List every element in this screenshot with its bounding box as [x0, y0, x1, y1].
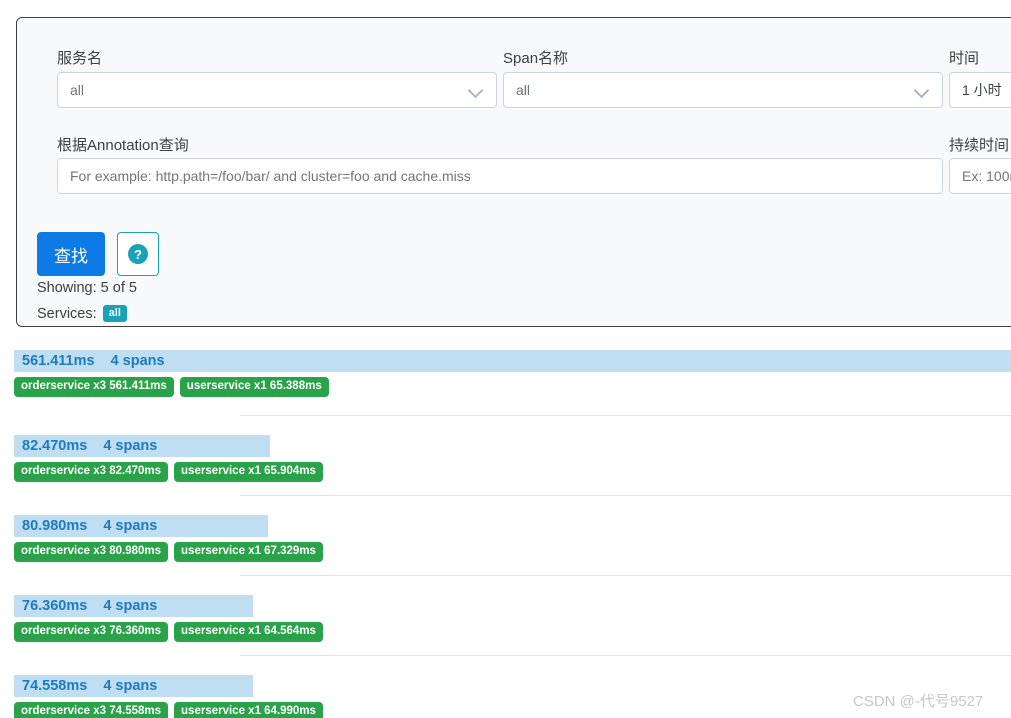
- service-badge[interactable]: all: [102, 305, 127, 323]
- chevron-down-icon: [468, 82, 484, 98]
- trace-span-count: 4 spans: [103, 598, 158, 614]
- time-range-select[interactable]: 1 小时: [949, 72, 1011, 108]
- showing-count: Showing: 5 of 5: [37, 280, 137, 296]
- watermark: CSDN @-代号9527: [853, 693, 984, 710]
- trace-row-divider: [240, 655, 1011, 656]
- trace-span-count: 4 spans: [110, 353, 165, 369]
- service-pill[interactable]: orderservice x3 76.360ms: [14, 622, 169, 643]
- services-summary: Services: all: [37, 305, 127, 323]
- trace-duration-text: 561.411ms: [22, 353, 95, 369]
- service-pill[interactable]: userservice x1 65.904ms: [174, 462, 323, 483]
- service-pill[interactable]: userservice x1 67.329ms: [174, 542, 323, 563]
- trace-duration-bar[interactable]: 76.360ms 4 spans: [14, 595, 253, 617]
- span-name-select[interactable]: all: [503, 72, 943, 108]
- zipkin-search-page: 服务名 Span名称 时间 all all 1 小时 根据Annotation查…: [0, 0, 1011, 718]
- trace-span-count: 4 spans: [103, 678, 158, 694]
- service-pill[interactable]: userservice x1 65.388ms: [179, 377, 329, 398]
- trace-services: orderservice x3 76.360ms userservice x1 6…: [14, 622, 323, 643]
- question-circle-icon: ?: [128, 244, 148, 264]
- trace-row[interactable]: 82.470ms 4 spans orderservice x3 82.470ms u…: [0, 415, 1011, 495]
- span-name-value: all: [516, 82, 531, 98]
- service-name-value: all: [70, 82, 85, 98]
- time-range-value: 1 小时: [962, 82, 1002, 98]
- service-pill[interactable]: orderservice x3 561.411ms: [14, 377, 174, 398]
- trace-duration-text: 82.470ms: [22, 438, 88, 454]
- annotation-query-input[interactable]: [57, 158, 943, 194]
- trace-span-count: 4 spans: [103, 438, 158, 454]
- service-pill[interactable]: orderservice x3 74.558ms: [14, 702, 169, 718]
- trace-duration-text: 80.980ms: [22, 518, 88, 534]
- trace-duration-bar[interactable]: 74.558ms 4 spans: [14, 675, 253, 697]
- trace-duration-text: 76.360ms: [22, 598, 88, 614]
- annotation-query-label: 根据Annotation查询: [57, 137, 189, 154]
- service-pill[interactable]: userservice x1 64.990ms: [174, 702, 323, 718]
- trace-services: orderservice x3 80.980ms userservice x1 6…: [14, 542, 323, 563]
- chevron-down-icon: [914, 82, 930, 98]
- services-label: Services:: [37, 305, 97, 322]
- help-button[interactable]: ?: [117, 232, 159, 276]
- trace-duration-text: 74.558ms: [22, 678, 88, 694]
- trace-row-divider: [240, 415, 1011, 416]
- span-name-label: Span名称: [503, 50, 569, 67]
- service-pill[interactable]: orderservice x3 82.470ms: [14, 462, 169, 483]
- trace-duration-bar[interactable]: 82.470ms 4 spans: [14, 435, 270, 457]
- service-pill[interactable]: orderservice x3 80.980ms: [14, 542, 169, 563]
- trace-row[interactable]: 561.411ms 4 spans orderservice x3 561.411m…: [0, 335, 1011, 415]
- trace-row[interactable]: 80.980ms 4 spans orderservice x3 80.980ms u…: [0, 495, 1011, 575]
- service-name-label: 服务名: [57, 50, 103, 67]
- duration-input[interactable]: [949, 158, 1011, 194]
- time-label: 时间: [949, 50, 980, 67]
- service-pill[interactable]: userservice x1 64.564ms: [174, 622, 323, 643]
- duration-label: 持续时间 (μ: [949, 137, 1011, 154]
- trace-duration-bar[interactable]: 80.980ms 4 spans: [14, 515, 268, 537]
- trace-services: orderservice x3 74.558ms userservice x1 6…: [14, 702, 323, 718]
- trace-services: orderservice x3 82.470ms userservice x1 6…: [14, 462, 323, 483]
- trace-span-count: 4 spans: [103, 518, 158, 534]
- find-button[interactable]: 查找: [37, 232, 105, 276]
- trace-services: orderservice x3 561.411ms userservice x1 …: [14, 377, 329, 398]
- search-panel: 服务名 Span名称 时间 all all 1 小时 根据Annotation查…: [16, 17, 1011, 327]
- service-name-select[interactable]: all: [57, 72, 497, 108]
- trace-row[interactable]: 76.360ms 4 spans orderservice x3 76.360ms u…: [0, 575, 1011, 655]
- trace-row-divider: [240, 575, 1011, 576]
- trace-duration-bar[interactable]: 561.411ms 4 spans: [14, 350, 1011, 372]
- trace-row-divider: [240, 495, 1011, 496]
